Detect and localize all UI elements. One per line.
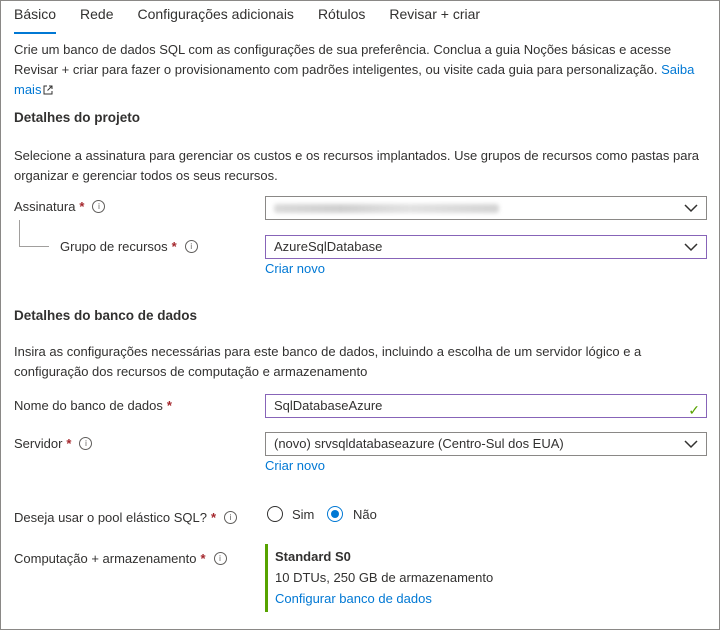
- database-description: Insira as configurações necessárias para…: [14, 344, 642, 379]
- compute-storage-label: Computação + armazenamento * i: [14, 551, 227, 566]
- tab-rotulos[interactable]: Rótulos: [318, 0, 365, 34]
- elastic-pool-label: Deseja usar o pool elástico SQL? * i: [14, 510, 238, 525]
- info-icon[interactable]: i: [92, 200, 106, 213]
- tab-revisar-criar[interactable]: Revisar + criar: [389, 0, 480, 34]
- project-details-heading: Detalhes do projeto: [14, 110, 141, 125]
- tier-name: Standard S0: [275, 549, 351, 564]
- server-label: Servidor * i: [14, 436, 93, 451]
- subscription-label: Assinatura * i: [14, 199, 106, 214]
- checkmark-icon: ✓: [688, 402, 700, 418]
- create-server-link[interactable]: Criar novo: [265, 458, 325, 473]
- info-icon[interactable]: i: [224, 511, 238, 524]
- info-icon[interactable]: i: [213, 552, 227, 565]
- tree-connector-horizontal: [19, 246, 49, 247]
- chevron-down-icon: [684, 440, 698, 449]
- database-details-heading: Detalhes do banco de dados: [14, 308, 198, 323]
- elastic-pool-radio-sim[interactable]: [267, 506, 283, 522]
- elastic-pool-option-sim: Sim: [292, 507, 315, 522]
- intro-text: Crie um banco de dados SQL com as config…: [14, 42, 672, 77]
- intro-paragraph: Crie um banco de dados SQL com as config…: [14, 40, 704, 100]
- resource-group-label: Grupo de recursos * i: [60, 239, 198, 254]
- subscription-select[interactable]: [265, 196, 707, 220]
- tab-rede[interactable]: Rede: [80, 0, 113, 34]
- tree-connector-vertical: [19, 220, 20, 246]
- tier-description: 10 DTUs, 250 GB de armazenamento: [275, 570, 494, 585]
- external-link-icon: [43, 85, 53, 95]
- server-value: (novo) srvsqldatabaseazure (Centro-Sul d…: [274, 436, 564, 451]
- server-select[interactable]: (novo) srvsqldatabaseazure (Centro-Sul d…: [265, 432, 707, 456]
- tier-accent-bar: [265, 544, 268, 612]
- chevron-down-icon: [684, 243, 698, 252]
- resource-group-value: AzureSqlDatabase: [274, 239, 383, 254]
- resource-group-select[interactable]: AzureSqlDatabase: [265, 235, 707, 259]
- database-name-input[interactable]: SqlDatabaseAzure ✓: [265, 394, 707, 418]
- tab-basico[interactable]: Básico: [14, 0, 57, 34]
- elastic-pool-option-nao: Não: [353, 507, 377, 522]
- database-name-label: Nome do banco de dados *: [14, 398, 172, 413]
- elastic-pool-radio-nao[interactable]: [327, 506, 343, 522]
- tab-bar: Básico Rede Configurações adicionais Rót…: [14, 0, 504, 34]
- chevron-down-icon: [684, 204, 698, 213]
- redacted-subscription-value: [274, 204, 499, 213]
- database-name-value: SqlDatabaseAzure: [274, 398, 383, 413]
- tab-configuracoes-adicionais[interactable]: Configurações adicionais: [138, 0, 294, 34]
- info-icon[interactable]: i: [184, 240, 198, 253]
- info-icon[interactable]: i: [79, 437, 93, 450]
- project-description: Selecione a assinatura para gerenciar os…: [14, 148, 700, 183]
- configure-database-link[interactable]: Configurar banco de dados: [275, 591, 432, 606]
- create-resource-group-link[interactable]: Criar novo: [265, 261, 325, 276]
